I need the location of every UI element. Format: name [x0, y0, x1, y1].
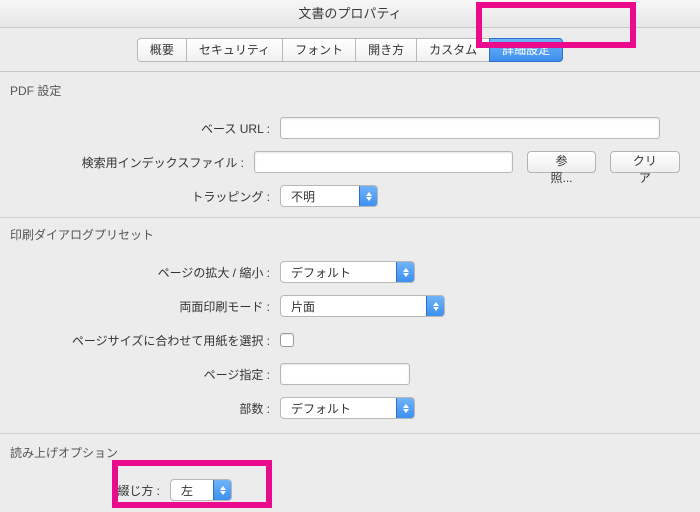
- tabs-bar: 概要 セキュリティ フォント 開き方 カスタム 詳細設定: [0, 28, 700, 72]
- window-title: 文書のプロパティ: [0, 0, 700, 28]
- paper-by-page-label: ページサイズに合わせて用紙を選択 :: [20, 332, 280, 349]
- tab-summary[interactable]: 概要: [137, 38, 187, 62]
- section-title-reading: 読み上げオプション: [0, 434, 700, 467]
- tabs-segmented-control: 概要 セキュリティ フォント 開き方 カスタム 詳細設定: [137, 38, 563, 62]
- print-preset-section: 印刷ダイアログプリセット ページの拡大 / 縮小 : デフォルト 両面印刷モード…: [0, 217, 700, 434]
- index-file-field[interactable]: [254, 151, 513, 173]
- tab-label: フォント: [295, 41, 343, 58]
- tab-label: セキュリティ: [199, 41, 270, 58]
- tab-label: カスタム: [429, 41, 477, 58]
- index-file-label: 検索用インデックスファイル :: [20, 154, 254, 171]
- binding-select[interactable]: 左: [170, 479, 232, 501]
- tab-label: 詳細設定: [502, 41, 550, 58]
- page-range-field[interactable]: [280, 363, 410, 385]
- section-title-print-preset: 印刷ダイアログプリセット: [0, 218, 700, 249]
- tab-label: 開き方: [368, 41, 404, 58]
- select-value: 片面: [281, 298, 426, 315]
- duplex-label: 両面印刷モード :: [20, 298, 280, 315]
- chevron-updown-icon: [396, 398, 414, 418]
- duplex-select[interactable]: 片面: [280, 295, 445, 317]
- chevron-updown-icon: [213, 480, 231, 500]
- select-value: 左: [171, 482, 213, 499]
- print-preset-form: ページの拡大 / 縮小 : デフォルト 両面印刷モード : 片面: [0, 249, 700, 425]
- tab-fonts[interactable]: フォント: [282, 38, 356, 62]
- base-url-label: ベース URL :: [20, 120, 280, 137]
- paper-by-page-checkbox[interactable]: [280, 333, 294, 347]
- chevron-updown-icon: [396, 262, 414, 282]
- tab-advanced[interactable]: 詳細設定: [489, 38, 563, 62]
- tab-label: 概要: [150, 41, 174, 58]
- page-scaling-label: ページの拡大 / 縮小 :: [20, 264, 280, 281]
- pdf-settings-form: ベース URL : 検索用インデックスファイル : 参照... クリア トラッピ…: [0, 105, 700, 213]
- copies-select[interactable]: デフォルト: [280, 397, 415, 419]
- chevron-updown-icon: [426, 296, 444, 316]
- tab-initial-view[interactable]: 開き方: [355, 38, 417, 62]
- page-scaling-select[interactable]: デフォルト: [280, 261, 415, 283]
- copies-label: 部数 :: [20, 400, 280, 417]
- base-url-field[interactable]: [280, 117, 660, 139]
- select-value: デフォルト: [281, 264, 396, 281]
- section-title-pdf-settings: PDF 設定: [0, 72, 700, 105]
- browse-button[interactable]: 参照...: [527, 151, 595, 173]
- chevron-updown-icon: [359, 186, 377, 206]
- tab-custom[interactable]: カスタム: [416, 38, 490, 62]
- binding-label: 綴じ方 :: [20, 482, 170, 499]
- trapping-select[interactable]: 不明: [280, 185, 378, 207]
- document-properties-window: 文書のプロパティ 概要 セキュリティ フォント 開き方 カスタム 詳細設定 PD…: [0, 0, 700, 512]
- trapping-label: トラッピング :: [20, 188, 280, 205]
- clear-button[interactable]: クリア: [610, 151, 680, 173]
- select-value: 不明: [281, 188, 359, 205]
- reading-options-form: 綴じ方 : 左: [0, 467, 700, 507]
- page-range-label: ページ指定 :: [20, 366, 280, 383]
- select-value: デフォルト: [281, 400, 396, 417]
- tab-security[interactable]: セキュリティ: [186, 38, 283, 62]
